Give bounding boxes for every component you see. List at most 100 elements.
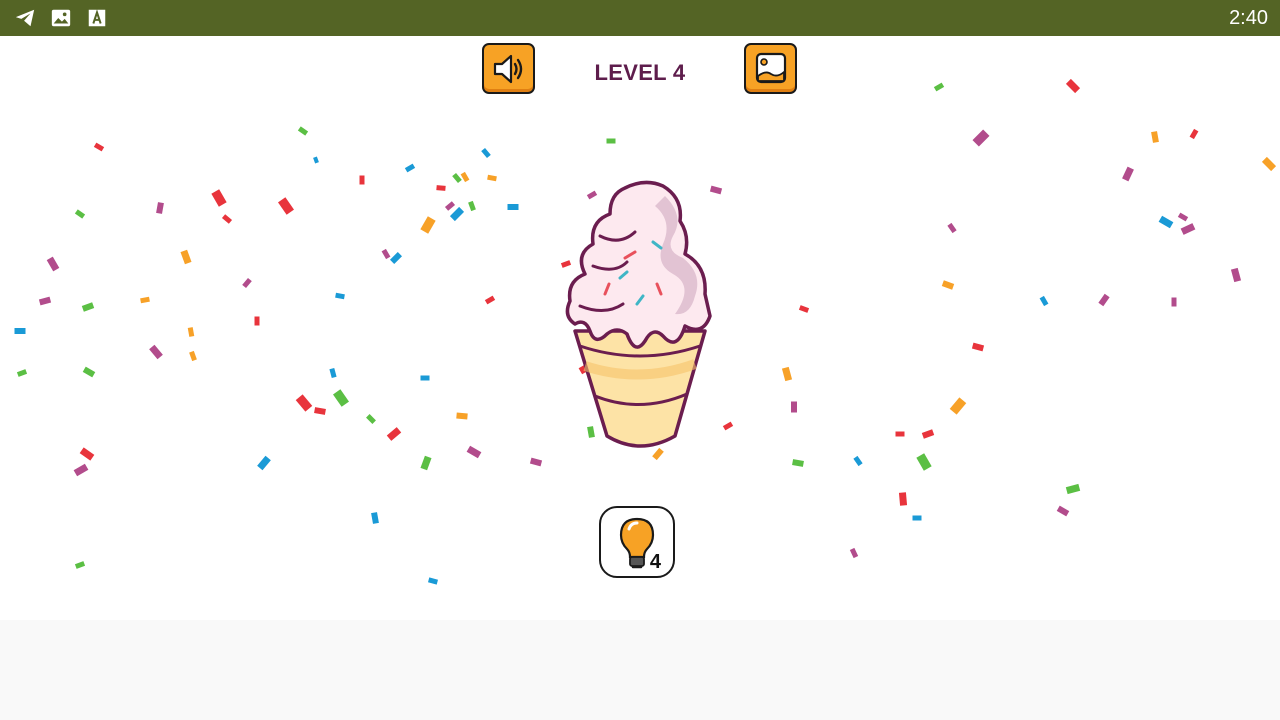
confetti-piece	[1098, 293, 1110, 307]
confetti-piece	[468, 200, 476, 212]
confetti-piece	[187, 327, 195, 337]
confetti-piece	[933, 82, 945, 92]
confetti-piece	[1122, 166, 1134, 182]
confetti-piece	[456, 412, 468, 420]
confetti-piece	[460, 171, 470, 183]
confetti-piece	[949, 397, 967, 415]
confetti-piece	[366, 414, 376, 424]
confetti-piece	[278, 197, 294, 215]
confetti-piece	[46, 256, 60, 272]
confetti-piece	[781, 366, 793, 382]
confetti-piece	[791, 401, 797, 413]
confetti-piece	[853, 455, 863, 467]
confetti-piece	[404, 163, 416, 173]
confetti-piece	[149, 344, 163, 360]
confetti-piece	[971, 342, 985, 352]
gallery-icon	[755, 52, 787, 84]
confetti-piece	[297, 126, 309, 136]
game-area: LEVEL 4 4	[0, 36, 1280, 620]
confetti-piece	[386, 427, 402, 441]
confetti-piece	[912, 515, 922, 521]
confetti-piece	[257, 455, 271, 471]
confetti-piece	[333, 389, 349, 407]
confetti-piece	[798, 305, 810, 313]
ice-cream-cone-icon	[565, 180, 712, 448]
confetti-piece	[428, 577, 438, 585]
confetti-piece	[1230, 267, 1242, 283]
confetti-piece	[189, 350, 197, 362]
confetti-piece	[420, 375, 430, 381]
confetti-piece	[452, 172, 462, 184]
confetti-piece	[1180, 223, 1196, 235]
confetti-piece	[420, 455, 432, 471]
confetti-piece	[73, 463, 89, 477]
level-title: LEVEL 4	[594, 60, 686, 85]
confetti-piece	[82, 366, 96, 378]
confetti-piece	[242, 277, 252, 289]
confetti-piece	[1261, 156, 1277, 172]
confetti-piece	[221, 214, 233, 224]
a-letter-icon	[88, 9, 106, 27]
confetti-piece	[1065, 483, 1081, 495]
confetti-piece	[359, 175, 365, 185]
confetti-piece	[389, 251, 403, 265]
confetti-piece	[93, 142, 105, 152]
confetti-piece	[74, 209, 86, 219]
confetti-piece	[381, 248, 391, 260]
status-bar: 2:40	[0, 0, 1280, 36]
confetti-piece	[444, 201, 456, 211]
confetti-piece	[313, 156, 319, 164]
confetti-piece	[1151, 131, 1159, 143]
confetti-piece	[371, 512, 379, 524]
confetti-piece	[1158, 215, 1174, 229]
confetti-piece	[436, 185, 446, 191]
speaker-icon	[493, 54, 523, 84]
image-icon	[51, 9, 71, 27]
status-time: 2:40	[1229, 7, 1268, 29]
confetti-piece	[849, 547, 859, 559]
confetti-piece	[1056, 505, 1070, 517]
confetti-piece	[466, 445, 482, 459]
confetti-piece	[254, 316, 260, 326]
confetti-piece	[484, 295, 496, 305]
confetti-piece	[449, 206, 465, 222]
confetti-piece	[921, 429, 935, 439]
hint-button[interactable]: 4	[599, 506, 675, 578]
confetti-piece	[180, 249, 192, 265]
confetti-piece	[16, 369, 28, 377]
confetti-piece	[1171, 297, 1177, 307]
confetti-piece	[81, 302, 95, 312]
confetti-piece	[792, 459, 804, 467]
confetti-piece	[947, 222, 957, 234]
confetti-piece	[1189, 128, 1199, 140]
hint-count: 4	[649, 551, 661, 573]
confetti-piece	[481, 147, 491, 159]
confetti-piece	[329, 368, 337, 378]
confetti-piece	[14, 328, 26, 334]
confetti-piece	[295, 394, 313, 412]
confetti-piece	[898, 492, 908, 506]
confetti-piece	[895, 431, 905, 437]
confetti-piece	[211, 189, 227, 207]
gallery-button[interactable]	[744, 43, 797, 94]
confetti-piece	[74, 561, 86, 569]
confetti-piece	[529, 457, 543, 467]
confetti-piece	[1039, 295, 1049, 307]
confetti-piece	[606, 138, 616, 144]
confetti-piece	[156, 202, 164, 214]
confetti-piece	[38, 296, 52, 306]
confetti-piece	[420, 216, 436, 234]
confetti-piece	[972, 129, 990, 147]
confetti-piece	[140, 296, 150, 304]
confetti-piece	[1065, 78, 1081, 94]
confetti-piece	[79, 447, 95, 461]
confetti-piece	[487, 174, 497, 182]
confetti-piece	[507, 204, 519, 210]
confetti-piece	[335, 292, 345, 300]
confetti-piece	[916, 453, 932, 471]
telegram-icon	[15, 9, 35, 27]
confetti-piece	[314, 407, 326, 415]
confetti-piece	[941, 280, 955, 290]
confetti-piece	[1177, 212, 1189, 222]
sound-button[interactable]	[482, 43, 535, 94]
